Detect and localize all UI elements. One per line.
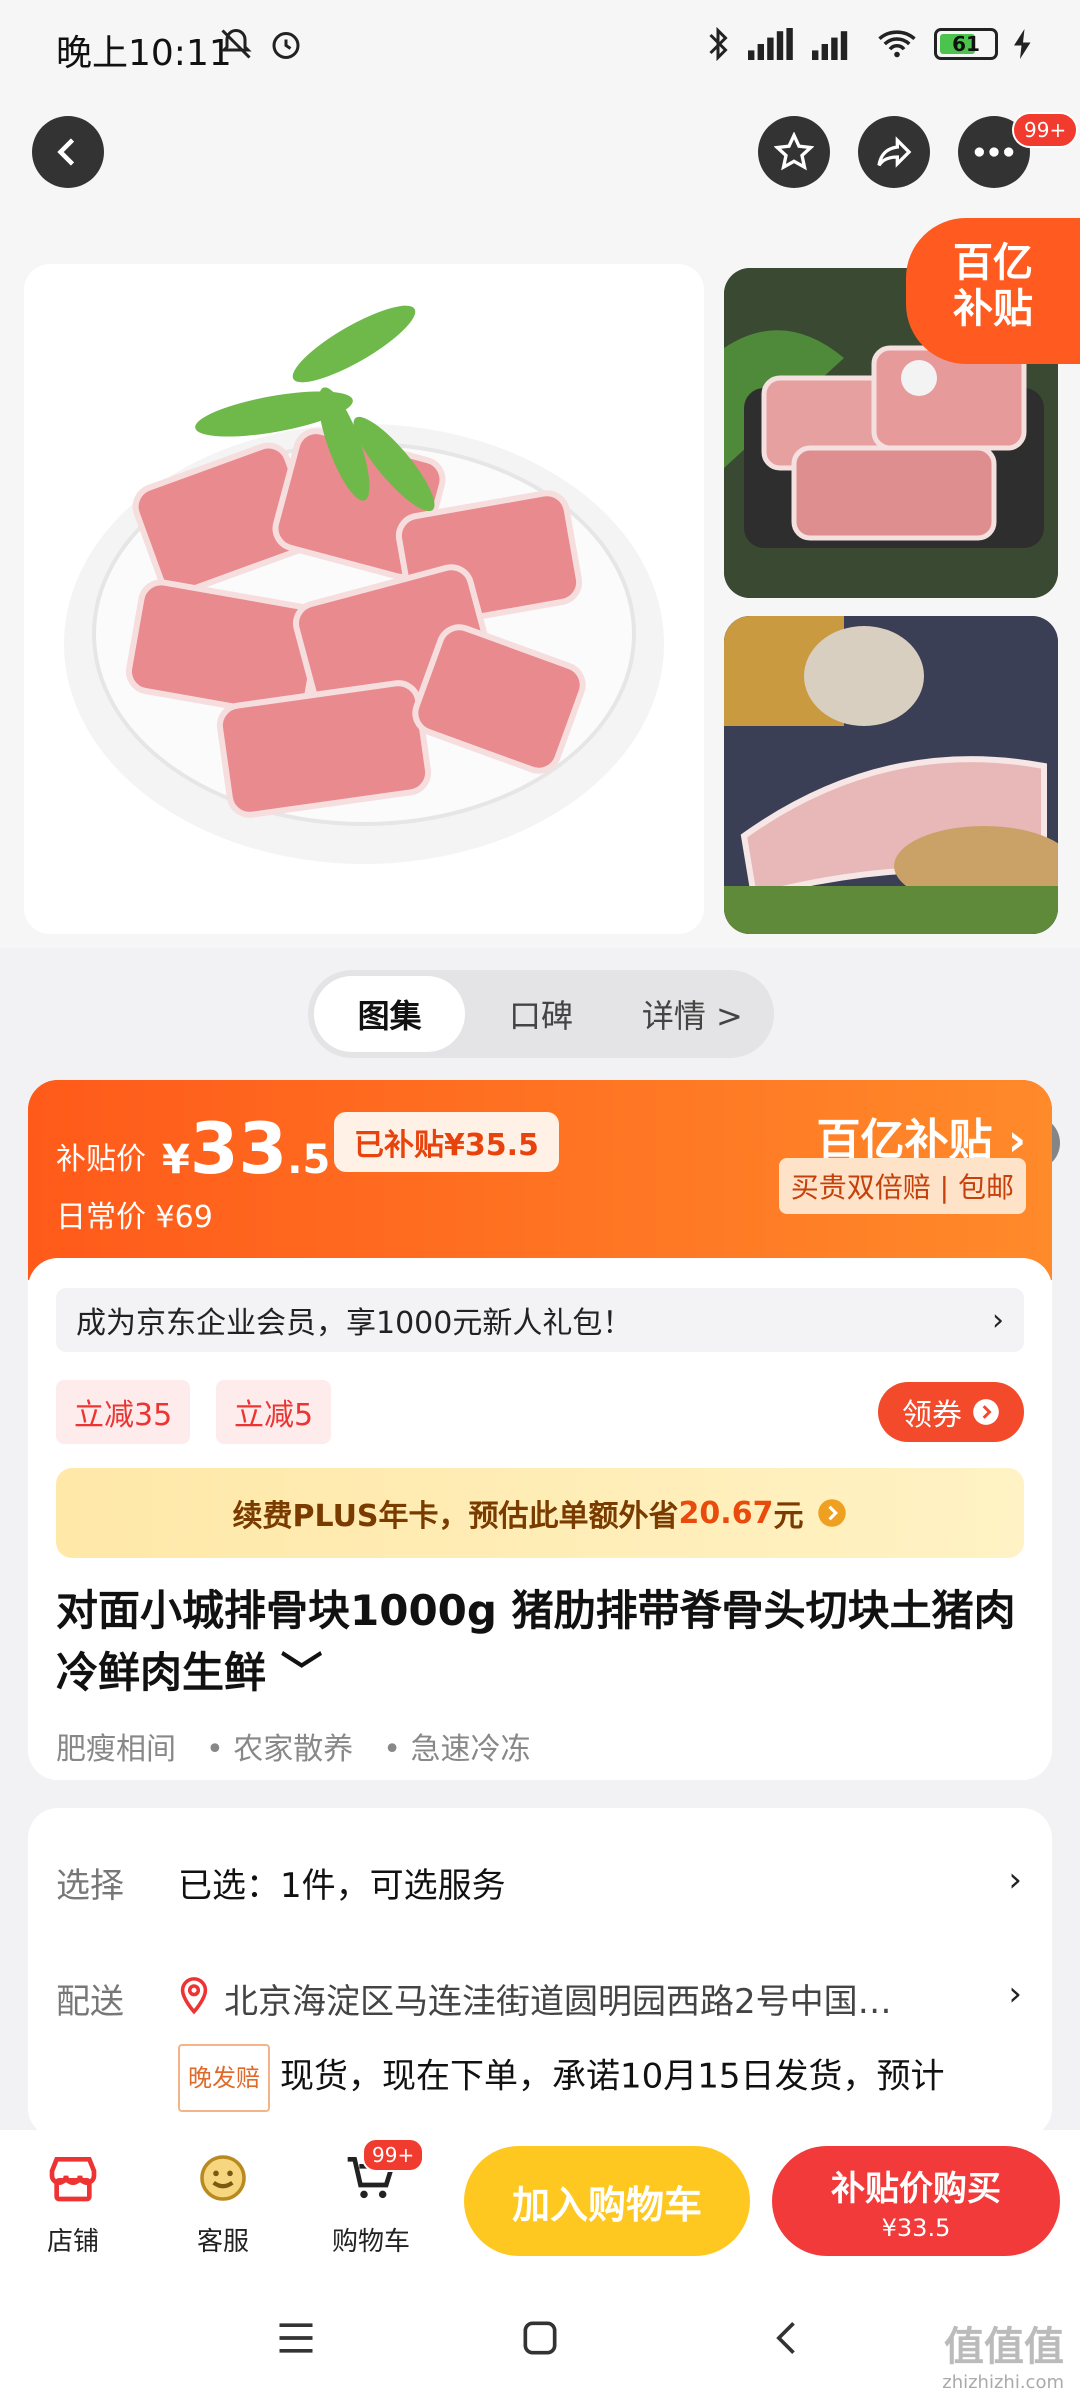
status-icons-right: 61 [704,26,1032,62]
thumbnail-2[interactable] [724,616,1058,934]
price-label: 补贴价 [56,1142,146,1177]
arrow-circle-icon [818,1499,847,1527]
home-icon[interactable] [518,2316,562,2360]
alarm-icon [272,32,300,59]
get-coupon-button[interactable]: 领券 [878,1382,1024,1442]
delivery-line-1: 现货，现在下单，承诺10月15日发货，预计 [280,2056,945,2097]
back-button[interactable] [32,116,104,188]
daily-price: 日常价 ¥69 [56,1200,213,1235]
star-icon [774,132,814,171]
price-integer: 33 [189,1108,288,1190]
chevron-right-icon[interactable]: › [1008,1860,1022,1900]
signal-hd-icon [812,31,848,60]
cart-label: 购物车 [331,2227,410,2257]
product-tags: 肥瘦相间 • 农家散养 • 急速冷冻 [56,1724,530,1768]
product-title[interactable]: 对面小城排骨块1000g 猪肋排带脊骨头切块土猪肉 冷鲜肉生鲜 ﹀ [56,1580,1016,1704]
selection-card: 选择 已选：1件，可选服务 › 配送 北京海淀区马连洼街道圆明园西路2号中国… … [28,1808,1052,2138]
plus-suffix: 元 [773,1499,804,1534]
price-currency: ¥ [162,1137,190,1183]
tab-gallery[interactable]: 图集 [314,976,466,1052]
tab-reviews[interactable]: 口碑 [465,976,616,1052]
service-label: 客服 [196,2227,249,2257]
menu-icon[interactable] [274,2318,318,2358]
delivery-info: 晚发赔 现货，现在下单，承诺10月15日发货，预计 [178,2044,1038,2112]
main-product-image[interactable] [24,264,704,934]
share-button[interactable] [858,116,930,188]
price-decimal: .5 [287,1137,331,1183]
system-nav-bar [0,2278,1080,2400]
pork-ribs-image [64,305,664,864]
enterprise-member-banner[interactable]: 成为京东企业会员，享1000元新人礼包！ › [56,1288,1024,1352]
signal-icon [748,28,793,60]
image-gallery: 百亿 补贴 1 6 [0,218,1080,1170]
delivery-label: 配送 [56,1982,124,2022]
subsidized-amount: 已补贴¥35.5 [334,1112,559,1172]
brand-guarantee: 买贵双倍赔 | 包邮 [778,1158,1026,1214]
status-icons-left [218,26,304,62]
product-tag: • 农家散养 [206,1732,354,1767]
tab-details[interactable]: 详情 > [617,976,768,1052]
buy-label: 补贴价购买 [831,2168,1001,2209]
bottom-action-bar: 店铺 客服 购物车 99+ 加入购物车 补贴价购买 ¥33.5 [0,2130,1080,2278]
delivery-address[interactable]: 北京海淀区马连洼街道圆明园西路2号中国… [224,1974,1004,2023]
mute-bell-icon [220,28,252,59]
bluetooth-icon [709,26,728,62]
product-tag: 肥瘦相间 [56,1732,176,1767]
chevron-left-icon [57,138,75,166]
charging-icon [1014,29,1031,59]
price-card: 补贴价 ¥33.5 已补贴¥35.5 日常价 ¥69 百亿补贴 › 买贵双倍赔 … [28,1080,1052,1780]
watermark: 值值值 zhizhizhi.com [942,2314,1064,2393]
billion-subsidy-badge: 百亿 补贴 [906,218,1080,364]
price-banner: 补贴价 ¥33.5 已补贴¥35.5 日常价 ¥69 百亿补贴 › 买贵双倍赔 … [28,1080,1052,1280]
rack-of-ribs-image [724,616,1058,934]
store-label: 店铺 [46,2227,99,2257]
back-nav-icon[interactable] [766,2316,810,2360]
arrow-circle-icon [973,1399,999,1425]
product-tag: • 急速冷冻 [383,1732,531,1767]
cart-count-badge: 99+ [362,2138,425,2172]
late-compensation-tag: 晚发赔 [178,2044,270,2112]
wifi-icon [878,30,916,58]
add-to-cart-button[interactable]: 加入购物车 [464,2146,750,2256]
customer-service-button[interactable]: 客服 [168,2150,278,2258]
more-dots-icon [974,147,1014,157]
message-badge: 99+ [1012,112,1079,148]
location-pin-icon [180,1977,208,2015]
plus-prefix: 续费PLUS年卡，预估此单额外省 [232,1499,679,1534]
price-value: ¥33.5 [162,1108,330,1190]
badge-line-2: 补贴 [953,286,1033,332]
discount-chip-2[interactable]: 立减5 [216,1380,332,1444]
store-icon [49,2157,97,2202]
select-value[interactable]: 已选：1件，可选服务 [178,1858,506,1907]
share-icon [877,136,912,168]
select-label: 选择 [56,1866,124,1906]
product-info-sheet: 成为京东企业会员，享1000元新人礼包！ › 立减35 立减5 领券 续费PLU… [28,1258,1052,1780]
plus-amount: 20.67 [678,1495,774,1531]
favorite-button[interactable] [758,116,830,188]
watermark-url: zhizhizhi.com [942,2372,1064,2393]
badge-line-1: 百亿 [953,240,1033,286]
status-bar: 晚上10:11 61 [0,0,1080,96]
discount-chip-1[interactable]: 立减35 [56,1380,191,1444]
chevron-right-icon: › [992,1302,1004,1338]
store-button[interactable]: 店铺 [18,2150,128,2258]
watermark-logo: 值值值 [944,2324,1064,2370]
gallery-tabs: 图集 口碑 详情 > [308,970,774,1058]
status-time: 晚上10:11 [56,33,232,74]
buy-now-button[interactable]: 补贴价购买 ¥33.5 [772,2146,1060,2256]
plus-renewal-banner[interactable]: 续费PLUS年卡，预估此单额外省 20.67 元 [56,1468,1024,1558]
customer-service-icon [200,2155,246,2201]
buy-price: ¥33.5 [881,2213,951,2242]
coupon-label: 领券 [902,1398,962,1433]
member-text: 成为京东企业会员，享1000元新人礼包！ [76,1306,633,1341]
chevron-right-icon[interactable]: › [1008,1974,1022,2014]
battery-icon: 61 [934,28,998,60]
battery-level: 61 [952,32,980,56]
